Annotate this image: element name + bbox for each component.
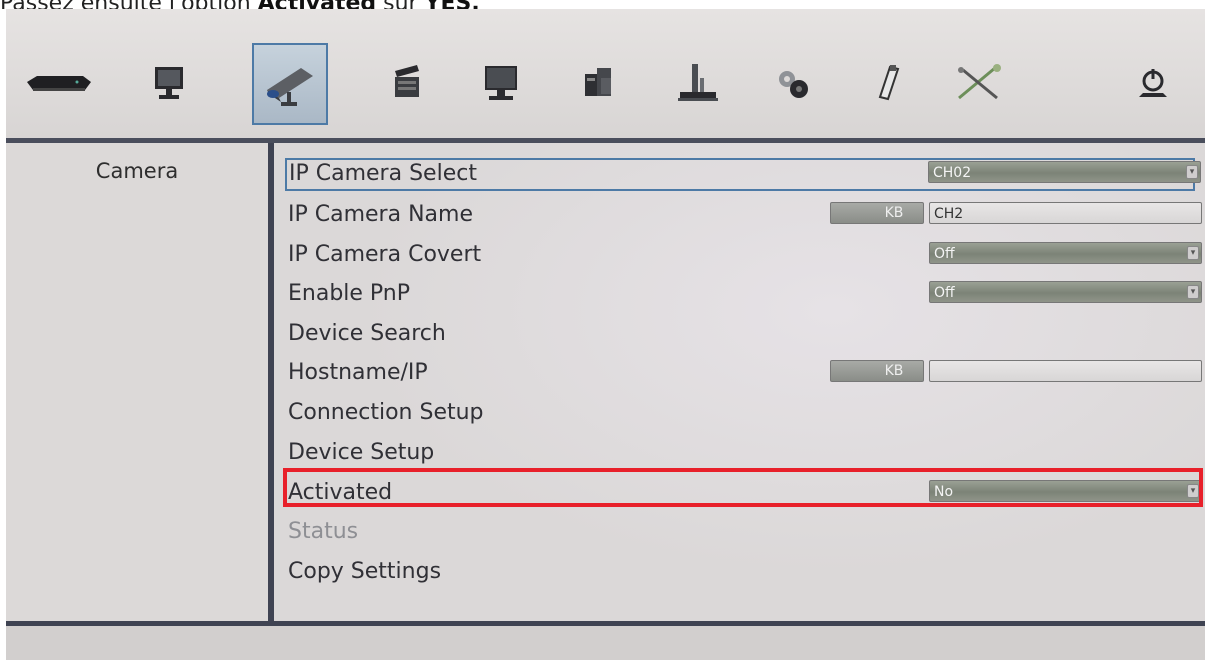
menu-row-status: Status (288, 516, 1198, 550)
chevron-down-icon: ▾ (1186, 165, 1198, 179)
toolbar-item-record[interactable] (368, 43, 446, 123)
menu-row-device-setup[interactable]: Device Setup (288, 437, 1198, 471)
menu-row-enable-pnp[interactable]: Enable PnP Off ▾ (288, 278, 1202, 312)
enable-pnp-value: Off (934, 285, 955, 301)
toolbar-item-tools[interactable] (940, 43, 1018, 123)
toolbar-item-camera[interactable] (252, 43, 328, 125)
chevron-down-icon: ▾ (1187, 285, 1199, 299)
camera-settings-panel: IP Camera Select CH02 ▾ IP Camera Name K… (274, 143, 1205, 621)
tools-icon (958, 64, 1001, 100)
sidebar: Camera (6, 143, 274, 621)
enable-pnp-label: Enable PnP (288, 281, 411, 306)
storage-icon (678, 64, 718, 101)
caption-bold-activated: Activated (258, 0, 377, 9)
caption-mid: sur (383, 0, 417, 9)
ip-camera-name-value: CH2 (934, 206, 964, 222)
ip-camera-name-kb-button[interactable]: KB (830, 202, 924, 224)
caption-lead: Passez ensuite l'option (0, 0, 251, 9)
device-search-label: Device Search (288, 321, 446, 346)
ip-camera-select-value: CH02 (933, 165, 972, 181)
clapperboard-icon (395, 65, 419, 97)
menu-row-ip-camera-name[interactable]: IP Camera Name KB CH2 (288, 199, 1202, 233)
ip-camera-select-dropdown[interactable]: CH02 ▾ (928, 161, 1201, 183)
network-devices-icon (585, 68, 611, 96)
ip-camera-name-input[interactable]: CH2 (929, 202, 1202, 224)
sidebar-item-camera[interactable]: Camera (6, 159, 268, 183)
menu-row-device-search[interactable]: Device Search (288, 318, 1198, 352)
top-toolbar (6, 9, 1205, 143)
ip-camera-select-label: IP Camera Select (289, 161, 477, 186)
toolbar-item-dvr[interactable] (20, 43, 98, 123)
power-icon (1139, 69, 1167, 97)
copy-settings-label: Copy Settings (288, 559, 442, 584)
toolbar-item-power[interactable] (1114, 43, 1192, 123)
chevron-down-icon: ▾ (1187, 246, 1199, 260)
ip-camera-covert-dropdown[interactable]: Off ▾ (929, 242, 1202, 264)
activated-highlight-annotation (283, 468, 1203, 507)
toolbar-item-network[interactable] (560, 43, 638, 123)
ip-camera-covert-label: IP Camera Covert (288, 242, 482, 267)
bottom-status-bar (6, 621, 1205, 660)
dvr-box-icon (27, 76, 91, 91)
dvr-screen: Camera IP Camera Select CH02 ▾ IP Camera… (6, 9, 1205, 660)
enable-pnp-dropdown[interactable]: Off ▾ (929, 281, 1202, 303)
menu-row-copy-settings[interactable]: Copy Settings (288, 556, 1198, 590)
caption-bold-yes: YES. (425, 0, 480, 9)
hostname-ip-label: Hostname/IP (288, 360, 428, 385)
usb-stick-icon (878, 65, 900, 101)
toolbar-item-usb[interactable] (849, 43, 927, 123)
menu-row-ip-camera-select[interactable]: IP Camera Select CH02 ▾ (285, 158, 1201, 191)
toolbar-item-storage[interactable] (658, 43, 736, 123)
toolbar-item-settings[interactable] (754, 43, 832, 123)
connection-setup-label: Connection Setup (288, 400, 484, 425)
device-setup-label: Device Setup (288, 440, 435, 465)
display-icon (485, 66, 517, 100)
camera-icon (267, 68, 313, 106)
menu-row-hostname-ip[interactable]: Hostname/IP KB (288, 357, 1202, 391)
ip-camera-name-label: IP Camera Name (288, 202, 473, 227)
ip-camera-covert-value: Off (934, 246, 955, 262)
instruction-caption: Passez ensuite l'option Activated sur YE… (0, 0, 1205, 9)
toolbar-item-display[interactable] (462, 43, 540, 123)
gears-icon (779, 71, 808, 98)
hostname-ip-kb-button[interactable]: KB (830, 360, 924, 382)
menu-row-ip-camera-covert[interactable]: IP Camera Covert Off ▾ (288, 239, 1202, 273)
hostname-ip-input[interactable] (929, 360, 1202, 382)
toolbar-item-monitor[interactable] (130, 43, 208, 123)
status-label: Status (288, 519, 359, 544)
menu-row-connection-setup[interactable]: Connection Setup (288, 397, 1198, 431)
monitor-icon (155, 67, 183, 99)
